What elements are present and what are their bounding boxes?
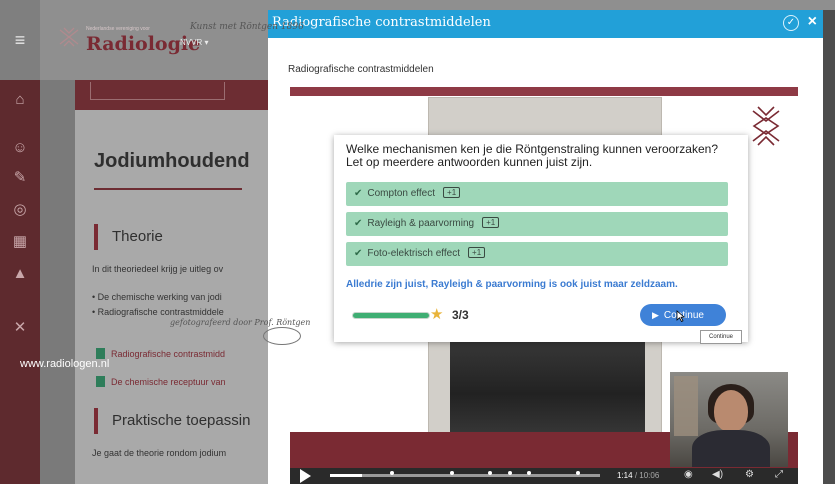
check-icon: ✔ xyxy=(354,248,363,259)
nvvr-logo-icon xyxy=(752,106,780,146)
section-title-theorie: Theorie xyxy=(94,224,163,250)
speed-icon[interactable]: ◉ xyxy=(684,469,693,480)
tools-icon[interactable]: ✕ xyxy=(10,318,30,338)
document-icon xyxy=(96,376,105,387)
score-text: 3/3 xyxy=(452,308,469,322)
compass-icon[interactable]: ◎ xyxy=(10,200,30,220)
cap-icon[interactable]: ▲ xyxy=(10,264,30,284)
time-display: 1:14 / 10:06 xyxy=(617,471,659,480)
score-progress xyxy=(352,312,430,319)
question-card: Welke mechanismen ken je die Röntgenstra… xyxy=(334,135,748,342)
graduation-icon[interactable]: ⌂ xyxy=(10,90,30,110)
answer-label: Rayleigh & paarvorming xyxy=(367,218,475,229)
bullet-text: Radiografische contrastmiddele xyxy=(97,307,224,317)
section-title-praktisch: Praktische toepassin xyxy=(94,408,250,434)
slide-topbar xyxy=(290,87,798,96)
tooltip: Continue xyxy=(700,330,742,344)
page-gutter xyxy=(40,80,75,484)
total-time: / 10:06 xyxy=(634,471,660,480)
bullet-item: • Radiografische contrastmiddele xyxy=(92,307,224,317)
question-text: Welke mechanismen ken je die Röntgenstra… xyxy=(346,142,718,169)
presenter-webcam xyxy=(670,372,788,467)
screen: ⌂ ☺ ✎ ◎ ▦ ▲ ✕ ≡ Nederlandse vereniging v… xyxy=(0,0,835,484)
chapter-marker[interactable] xyxy=(450,471,454,475)
bullet-text: De chemische werking van jodi xyxy=(97,292,222,302)
lesson-link[interactable]: Radiografische contrastmidd xyxy=(96,348,225,359)
points-badge: +1 xyxy=(482,217,500,228)
section-intro: Je gaat de theorie rondom jodium xyxy=(92,448,227,458)
points-badge: +1 xyxy=(468,247,486,258)
users-icon[interactable]: ☺ xyxy=(10,138,30,158)
org-menu[interactable]: NVVR ▾ xyxy=(180,38,208,47)
link-text: De chemische receptuur van xyxy=(111,377,226,387)
chevron-down-icon: ▾ xyxy=(204,38,209,47)
answer-label: Compton effect xyxy=(367,188,436,199)
photo-stamp xyxy=(263,327,301,345)
bookshelf xyxy=(674,376,698,436)
banner-frame xyxy=(90,82,225,100)
play-icon: ▶ xyxy=(652,310,659,320)
org-menu-label: NVVR xyxy=(180,38,203,47)
chapter-marker[interactable] xyxy=(390,471,394,475)
answer-label: Foto-elektrisch effect xyxy=(367,248,461,259)
bullet-item: • De chemische werking van jodi xyxy=(92,292,222,302)
link-text: Radiografische contrastmidd xyxy=(111,349,226,359)
settings-gear-icon[interactable]: ⚙ xyxy=(745,469,754,480)
volume-icon[interactable]: ◀) xyxy=(712,469,723,480)
presenter-face xyxy=(714,390,748,432)
answer-option[interactable]: ✔ Rayleigh & paarvorming +1 xyxy=(346,212,728,236)
pointer-cursor-icon xyxy=(676,310,685,322)
check-icon: ✔ xyxy=(354,218,363,229)
modal-titlebar: Radiografische contrastmiddelen ✓ × xyxy=(268,10,823,38)
check-icon: ✔ xyxy=(354,188,363,199)
play-icon[interactable] xyxy=(300,469,311,483)
edit-icon[interactable]: ✎ xyxy=(10,168,30,188)
modal-subtitle: Radiografische contrastmiddelen xyxy=(288,64,434,75)
seek-bar-fill xyxy=(330,474,363,477)
page-title: Jodiumhoudend xyxy=(94,150,250,172)
check-circle-icon[interactable]: ✓ xyxy=(783,15,799,31)
logo-tagline: Nederlandse vereniging voor xyxy=(86,26,150,32)
fullscreen-icon[interactable]: ⤢ xyxy=(775,469,783,480)
footer-url: www.radiologen.nl xyxy=(20,358,110,370)
feedback-text: Alledrie zijn juist, Rayleigh & paarvorm… xyxy=(346,279,678,290)
close-icon[interactable]: × xyxy=(808,13,817,31)
section-intro: In dit theoriedeel krijg je uitleg ov xyxy=(92,264,224,274)
modal-shadow xyxy=(823,10,835,484)
lesson-link[interactable]: De chemische receptuur van xyxy=(96,376,226,387)
calendar-icon[interactable]: ▦ xyxy=(10,232,30,252)
score-progress-fill xyxy=(353,313,429,318)
points-badge: +1 xyxy=(443,187,461,198)
chapter-marker[interactable] xyxy=(576,471,580,475)
current-time: 1:14 xyxy=(617,471,633,480)
photo-handwriting: Kunst met Röntgen 1896 xyxy=(190,22,304,32)
presenter-body xyxy=(692,430,770,467)
star-icon: ★ xyxy=(430,306,444,323)
chapter-marker[interactable] xyxy=(527,471,531,475)
photo-caption: gefotografeerd door Prof. Röntgen xyxy=(170,318,311,327)
answer-option[interactable]: ✔ Foto-elektrisch effect +1 xyxy=(346,242,728,266)
chapter-marker[interactable] xyxy=(488,471,492,475)
modal-title: Radiografische contrastmiddelen xyxy=(272,15,491,30)
seek-bar[interactable] xyxy=(330,474,600,477)
nvvr-logo-icon xyxy=(59,27,79,47)
menu-icon[interactable]: ≡ xyxy=(0,0,40,80)
title-underline xyxy=(94,188,242,190)
chapter-marker[interactable] xyxy=(508,471,512,475)
answer-option[interactable]: ✔ Compton effect +1 xyxy=(346,182,728,206)
